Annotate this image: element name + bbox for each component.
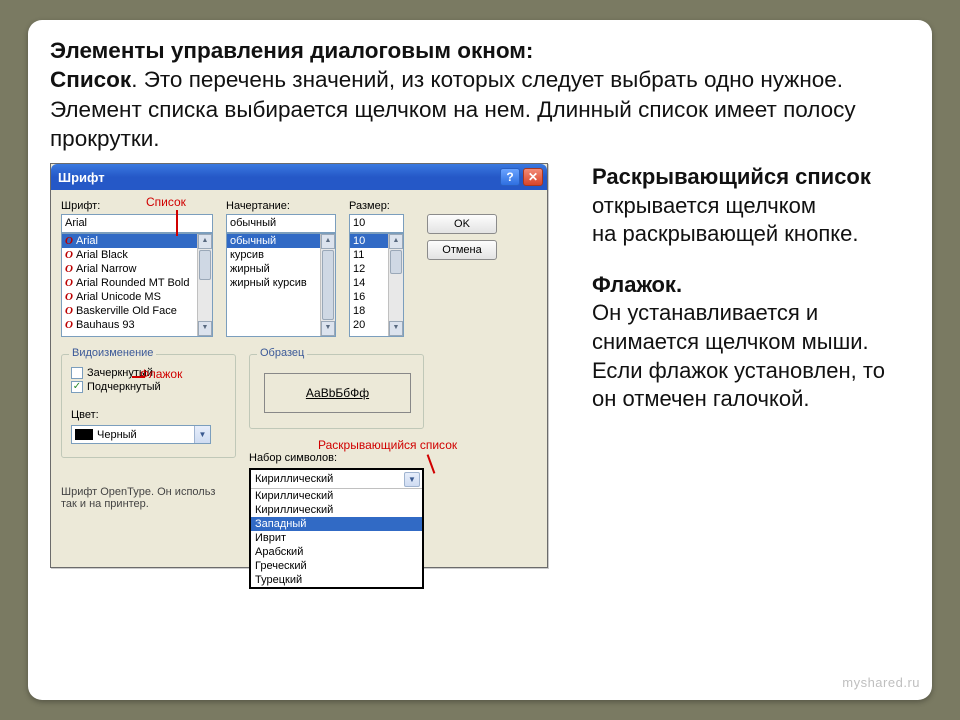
scroll-thumb[interactable] bbox=[390, 250, 402, 274]
group-title: Видоизменение bbox=[69, 347, 156, 359]
dropdown-item[interactable]: Западный bbox=[251, 517, 422, 531]
list-item: жирный курсив bbox=[227, 276, 335, 290]
scroll-thumb[interactable] bbox=[199, 250, 211, 280]
list-item: OArial Rounded MT Bold bbox=[62, 276, 212, 290]
scroll-down-icon[interactable]: ▼ bbox=[389, 321, 403, 336]
dropdown-item[interactable]: Арабский bbox=[251, 545, 422, 559]
dropdown-item[interactable]: Кириллический bbox=[251, 489, 422, 503]
group-title: Образец bbox=[257, 347, 307, 359]
charset-dropdown[interactable]: Кириллический ▼ Кириллический Кирилличес… bbox=[249, 468, 424, 589]
checkbox-label: Подчеркнутый bbox=[87, 381, 161, 393]
scroll-down-icon[interactable]: ▼ bbox=[198, 321, 212, 336]
watermark: myshared.ru bbox=[842, 675, 920, 690]
checkbox-box bbox=[71, 367, 83, 379]
dropdown-item[interactable]: Греческий bbox=[251, 559, 422, 573]
list-item: OBauhaus 93 bbox=[62, 318, 212, 332]
font-hint: Шрифт OpenType. Он использ так и на прин… bbox=[61, 486, 215, 510]
list-item: OArial Unicode MS bbox=[62, 290, 212, 304]
intro-body: . Это перечень значений, из которых след… bbox=[50, 67, 856, 151]
checkbox-annotation: Флажок bbox=[140, 367, 182, 381]
dropdown-item[interactable]: Кириллический bbox=[251, 503, 422, 517]
scroll-thumb[interactable] bbox=[322, 250, 334, 320]
color-swatch bbox=[75, 429, 93, 440]
style-listbox[interactable]: обычный курсив жирный жирный курсив ▲ ▼ bbox=[226, 233, 336, 337]
list-item: OBaskerville Old Face bbox=[62, 304, 212, 318]
dropdown-annotation: Раскрывающийся список bbox=[318, 438, 457, 452]
scrollbar[interactable]: ▲ ▼ bbox=[388, 234, 403, 336]
scroll-up-icon[interactable]: ▲ bbox=[321, 234, 335, 249]
size-input[interactable]: 10 bbox=[349, 214, 404, 233]
side-text: Раскрывающийся список открывается щелчко… bbox=[570, 163, 910, 623]
list-item: жирный bbox=[227, 262, 335, 276]
list-item: курсив bbox=[227, 248, 335, 262]
font-label: Шрифт: bbox=[61, 200, 100, 212]
dialog-title: Шрифт bbox=[58, 170, 105, 185]
help-button[interactable]: ? bbox=[500, 168, 520, 186]
size-label: Размер: bbox=[349, 200, 390, 212]
charset-label: Набор символов: bbox=[249, 452, 337, 464]
sample-box: АаBbБбФф bbox=[264, 373, 411, 413]
dropdown-item[interactable]: Иврит bbox=[251, 531, 422, 545]
scroll-up-icon[interactable]: ▲ bbox=[198, 234, 212, 249]
list-item: OArial Narrow bbox=[62, 262, 212, 276]
font-listbox[interactable]: OArial OArial Black OArial Narrow OArial… bbox=[61, 233, 213, 337]
sample-group: Образец АаBbБбФф bbox=[249, 354, 424, 429]
intro-heading: Элементы управления диалоговым окном: bbox=[50, 38, 533, 63]
intro-term: Список bbox=[50, 67, 131, 92]
ok-button[interactable]: OK bbox=[427, 214, 497, 234]
scrollbar[interactable]: ▲ ▼ bbox=[320, 234, 335, 336]
color-label: Цвет: bbox=[71, 409, 99, 421]
font-input[interactable]: Arial bbox=[61, 214, 213, 233]
list-item: OArial Black bbox=[62, 248, 212, 262]
chevron-down-icon[interactable]: ▼ bbox=[404, 472, 420, 487]
dialog-illustration: Шрифт ? ✕ Шрифт: Arial OArial OArial Bla… bbox=[50, 163, 570, 623]
close-icon: ✕ bbox=[528, 170, 538, 184]
list-item: обычный bbox=[227, 234, 335, 248]
intro-text: Элементы управления диалоговым окном: Сп… bbox=[50, 36, 910, 153]
annotation-line bbox=[176, 210, 178, 236]
color-combo[interactable]: Черный ▼ bbox=[71, 425, 211, 444]
scroll-up-icon[interactable]: ▲ bbox=[389, 234, 403, 249]
dialog-titlebar[interactable]: Шрифт ? ✕ bbox=[51, 164, 547, 190]
content-panel: Элементы управления диалоговым окном: Сп… bbox=[28, 20, 932, 700]
color-value: Черный bbox=[97, 429, 137, 441]
font-dialog: Шрифт ? ✕ Шрифт: Arial OArial OArial Bla… bbox=[50, 163, 548, 568]
checkbox-box: ✓ bbox=[71, 381, 83, 393]
term-checkbox: Флажок. bbox=[592, 272, 682, 297]
size-listbox[interactable]: 10 11 12 14 16 18 20 ▲ ▼ bbox=[349, 233, 404, 337]
style-label: Начертание: bbox=[226, 200, 290, 212]
dropdown-item[interactable]: Турецкий bbox=[251, 573, 422, 587]
list-item: OArial bbox=[62, 234, 212, 248]
style-input[interactable]: обычный bbox=[226, 214, 336, 233]
cancel-button[interactable]: Отмена bbox=[427, 240, 497, 260]
term-dropdown: Раскрывающийся список bbox=[592, 164, 871, 189]
underline-checkbox[interactable]: ✓ Подчеркнутый bbox=[71, 381, 161, 393]
chevron-down-icon: ▼ bbox=[194, 426, 210, 443]
dropdown-head: Кириллический ▼ bbox=[251, 470, 422, 489]
scrollbar[interactable]: ▲ ▼ bbox=[197, 234, 212, 336]
close-button[interactable]: ✕ bbox=[523, 168, 543, 186]
annotation-line bbox=[132, 376, 144, 378]
list-annotation: Список bbox=[146, 195, 186, 209]
scroll-down-icon[interactable]: ▼ bbox=[321, 321, 335, 336]
